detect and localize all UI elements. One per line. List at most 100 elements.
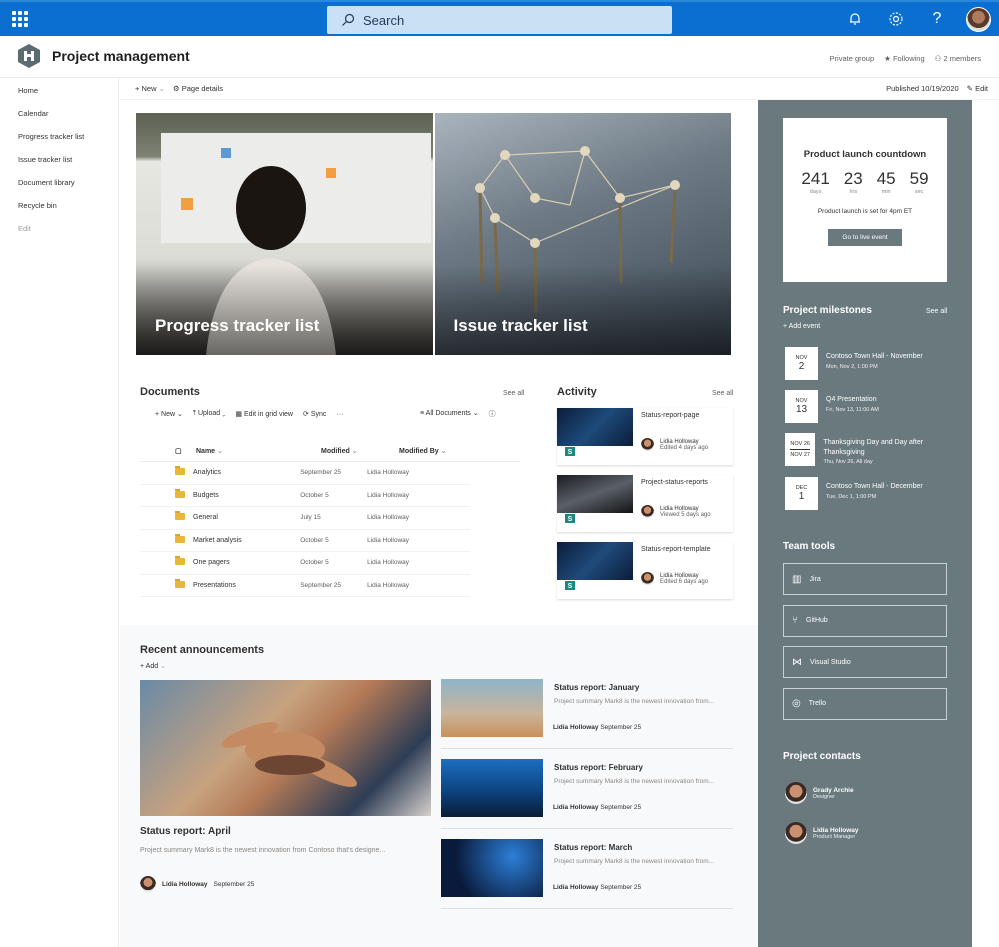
person-icon: ⚇ (934, 54, 942, 63)
milestone-event[interactable]: NOV 13 Q4 Presentation Fri, Nov 13, 11:00 … (785, 390, 955, 424)
author-name: Lidia Holloway (553, 884, 599, 891)
announcement-title[interactable]: Status report: March (554, 843, 632, 852)
document-name[interactable]: Market analysis (193, 537, 300, 544)
milestone-event[interactable]: DEC 1 Contoso Town Hall - December Tue, De… (785, 477, 955, 511)
view-selector[interactable]: ≡ All Documents ⌄ (420, 409, 479, 419)
edit-page-button[interactable]: ✎ Edit (967, 84, 988, 93)
add-announcement-button[interactable]: + Add ⌄ (140, 662, 166, 670)
user-avatar[interactable] (966, 7, 991, 32)
more-button[interactable]: ··· (336, 411, 343, 418)
edit-label: Edit (975, 84, 988, 93)
site-meta: Private group ★ Following ⚇ 2 members (830, 54, 981, 63)
notification-bell-icon[interactable] (846, 10, 864, 28)
search-icon (342, 13, 355, 26)
site-title[interactable]: Project management (52, 48, 190, 64)
document-row[interactable]: Analytics September 25 Lidia Holloway (140, 462, 470, 485)
countdown-card: Product launch countdown 241 days 23 hrs 45 m… (783, 118, 947, 282)
post-date: September 25 (600, 724, 642, 731)
settings-gear-icon[interactable] (887, 10, 905, 28)
announcements-title: Recent announcements (140, 644, 265, 656)
team-tool-link[interactable]: ▥ Jira (783, 563, 947, 595)
team-tool-link[interactable]: ◎ Trello (783, 687, 947, 720)
nav-item-issue-tracker[interactable]: Issue tracker list (0, 148, 118, 171)
column-header-name[interactable]: Name ⌄ (196, 447, 321, 455)
column-header-modified-by[interactable]: Modified By ⌄ (399, 447, 519, 455)
milestone-event[interactable]: NOV 2 Contoso Town Hall - November Mon, No… (785, 347, 955, 381)
settings-gear-icon: ⚙ (172, 84, 180, 93)
tool-name: GitHub (806, 617, 828, 624)
document-modified-by: Lidia Holloway (367, 559, 410, 567)
milestones-see-all-link[interactable]: See all (926, 308, 947, 315)
document-row[interactable]: Market analysis October 5 Lidia Holloway (140, 530, 470, 552)
sync-button[interactable]: ⟳ Sync (303, 410, 326, 418)
document-row[interactable]: Presentations September 25 Lidia Hollowa… (140, 575, 470, 597)
documents-see-all-link[interactable]: See all (503, 390, 524, 397)
go-to-live-event-button[interactable]: Go to live event (828, 229, 902, 246)
document-modified: October 5 (300, 491, 329, 499)
featured-announcement-title[interactable]: Status report: April (140, 826, 231, 837)
edit-grid-button[interactable]: ▦ Edit in grid view (235, 410, 293, 418)
hero-tile-progress-tracker[interactable]: Progress tracker list (136, 113, 433, 355)
column-modified-label: Modified (321, 447, 350, 455)
contact-name: Grady Archie (813, 786, 854, 794)
document-row[interactable]: Budgets October 5 Lidia Holloway (140, 485, 470, 507)
trello-icon: ◎ (792, 698, 801, 709)
upload-button[interactable]: ⤒ Upload ⌄ (193, 410, 226, 418)
announcement-item[interactable]: Status report: January Project summary M… (441, 679, 733, 749)
nav-item-home[interactable]: Home (0, 79, 118, 102)
hero-tile-issue-tracker[interactable]: Issue tracker list (434, 113, 731, 355)
github-icon: ⑂ (792, 615, 798, 626)
nav-item-document-library[interactable]: Document library (0, 171, 118, 194)
following-button[interactable]: ★ Following (884, 54, 925, 63)
announcement-title[interactable]: Status report: January (554, 683, 639, 692)
milestone-event[interactable]: NOV 26 NOV 27 Thanksgiving Day and Day af… (785, 433, 955, 467)
new-button[interactable]: + New ⌄ (135, 84, 165, 93)
announcement-item[interactable]: Status report: February Project summary … (441, 759, 733, 829)
announcement-title[interactable]: Status report: February (554, 763, 643, 772)
document-modified: October 5 (300, 559, 329, 567)
visual-studio-icon: ⋈ (792, 656, 802, 668)
pencil-icon: ✎ (966, 84, 973, 93)
document-row[interactable]: General July 15 Lidia Holloway (140, 507, 470, 530)
page-details-button[interactable]: ⚙ Page details (173, 84, 223, 93)
post-date: September 25 (600, 884, 642, 891)
jira-icon: ▥ (792, 573, 802, 585)
doc-new-button[interactable]: + New ⌄ (155, 410, 183, 418)
document-name[interactable]: Analytics (193, 469, 300, 476)
featured-announcement-image[interactable] (140, 680, 431, 816)
announcement-item[interactable]: Status report: March Project summary Mar… (441, 839, 733, 909)
contact-card[interactable]: Lidia Holloway Product Manager (785, 822, 859, 844)
activity-card[interactable]: S Status-report-template Lidia Holloway E… (557, 542, 733, 599)
document-name[interactable]: Presentations (193, 582, 300, 589)
column-header-modified[interactable]: Modified ⌄ (321, 447, 399, 455)
author-name: Lidia Holloway (553, 724, 599, 731)
contact-card[interactable]: Grady Archie Designer (785, 782, 854, 804)
document-name[interactable]: Budgets (193, 492, 300, 499)
team-tool-link[interactable]: ⋈ Visual Studio (783, 646, 947, 678)
nav-item-progress-tracker[interactable]: Progress tracker list (0, 125, 118, 148)
document-name[interactable]: General (193, 514, 300, 521)
members-button[interactable]: ⚇ 2 members (935, 54, 981, 63)
activity-card[interactable]: S Status-report-page Lidia Holloway Edite… (557, 408, 733, 465)
nav-item-recycle-bin[interactable]: Recycle bin (0, 194, 118, 217)
featured-announcement-meta: Lidia Holloway September 25 (140, 876, 254, 892)
privacy-label: Private group (829, 54, 875, 63)
document-name[interactable]: One pagers (193, 559, 300, 566)
help-question-icon[interactable]: ? (928, 10, 946, 28)
search-box[interactable]: Search (327, 6, 672, 34)
team-tool-link[interactable]: ⑂ GitHub (783, 604, 947, 637)
plus-icon: + (135, 84, 140, 93)
activity-card[interactable]: S Project-status-reports Lidia Holloway V… (557, 475, 733, 532)
countdown-unit-label: sec (914, 189, 924, 195)
app-launcher-icon[interactable] (12, 11, 28, 27)
nav-item-calendar[interactable]: Calendar (0, 102, 118, 125)
hands-together-image (221, 722, 357, 787)
countdown-unit-label: hrs (849, 189, 858, 195)
add-event-button[interactable]: + Add event (783, 323, 820, 330)
info-icon[interactable]: ⓘ (489, 409, 496, 419)
document-modified: September 25 (300, 581, 342, 589)
document-row[interactable]: One pagers October 5 Lidia Holloway (140, 552, 470, 575)
nav-edit-link[interactable]: Edit (0, 217, 118, 240)
author-name: Lidia Holloway (162, 880, 208, 888)
activity-see-all-link[interactable]: See all (712, 390, 733, 397)
